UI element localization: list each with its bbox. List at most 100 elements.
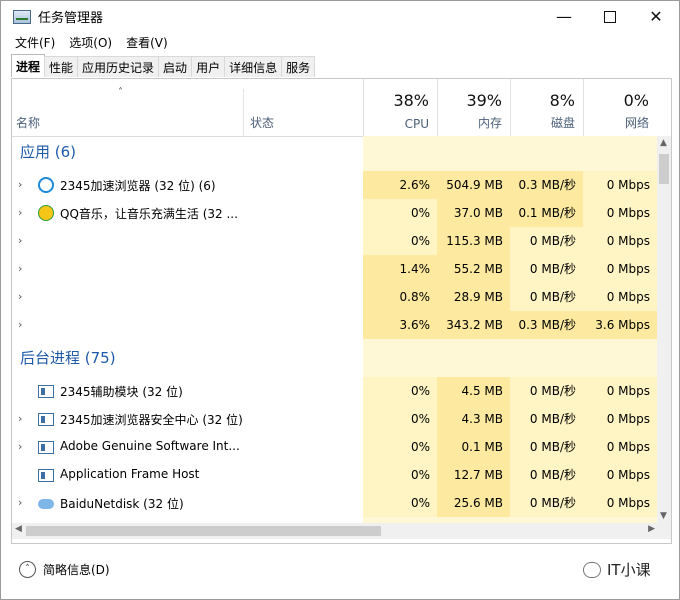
memory-total: 39% — [466, 91, 502, 110]
minimize-button[interactable]: — — [541, 1, 587, 32]
memory-value: 12.7 MB — [437, 461, 510, 489]
disk-value: 0.1 MB/秒 — [510, 199, 583, 227]
scroll-left-icon[interactable]: ◀ — [15, 524, 22, 534]
expand-chevron-icon[interactable]: › — [18, 412, 22, 425]
disk-label: 磁盘 — [550, 116, 575, 130]
expand-chevron-icon[interactable]: › — [18, 178, 22, 191]
column-network[interactable]: 0% 网络 — [583, 79, 657, 136]
network-total: 0% — [623, 91, 649, 110]
window-icon — [38, 385, 54, 398]
cpu-value: 0% — [363, 227, 437, 255]
column-divider[interactable] — [243, 89, 244, 136]
sort-up-icon: ˄ — [118, 87, 123, 98]
cpu-value: 0% — [363, 377, 437, 405]
process-name: QQ音乐，让音乐充满生活 (32 ... — [60, 207, 238, 221]
title-bar[interactable]: 任务管理器 — ✕ — [1, 1, 679, 32]
process-row[interactable]: Application Frame Host 0% 12.7 MB 0 MB/秒 0 M… — [12, 461, 657, 489]
process-name: 2345加速浏览器 (32 位) (6) — [60, 179, 216, 193]
group-header-background: 后台进程 (75) — [12, 347, 657, 375]
scroll-thumb[interactable] — [659, 154, 669, 184]
maximize-icon — [604, 10, 616, 23]
ie-icon — [38, 177, 54, 193]
column-memory[interactable]: 39% 内存 — [437, 79, 510, 136]
column-status[interactable]: 状态 — [250, 114, 274, 131]
column-name[interactable]: 名称 — [16, 114, 40, 131]
vertical-scrollbar[interactable]: ▲ ▼ — [657, 136, 671, 523]
chevron-up-icon[interactable]: ˄ — [19, 561, 36, 578]
tab-app-history[interactable]: 应用历史记录 — [77, 56, 160, 77]
tab-startup[interactable]: 启动 — [158, 56, 193, 77]
column-cpu[interactable]: 38% CPU — [363, 79, 437, 136]
process-row[interactable]: › 3.6% 343.2 MB 0.3 MB/秒 3.6 Mbps — [12, 311, 657, 339]
scroll-down-icon[interactable]: ▼ — [660, 511, 667, 521]
disk-value: 0 MB/秒 — [510, 283, 583, 311]
column-disk[interactable]: 8% 磁盘 — [510, 79, 583, 136]
memory-value: 28.9 MB — [437, 283, 510, 311]
memory-label: 内存 — [477, 116, 502, 130]
process-name: BaiduNetdisk (32 位) — [60, 497, 184, 511]
tab-services[interactable]: 服务 — [281, 56, 316, 77]
window-icon — [38, 469, 54, 482]
horizontal-scrollbar[interactable]: ◀ ▶ — [12, 523, 671, 539]
tab-processes[interactable]: 进程 — [11, 54, 46, 77]
maximize-button[interactable] — [587, 1, 633, 32]
scroll-right-icon[interactable]: ▶ — [648, 524, 655, 534]
disk-value: 0 MB/秒 — [510, 433, 583, 461]
expand-chevron-icon[interactable]: › — [18, 262, 22, 275]
menu-bar: 文件(F) 选项(O) 查看(V) — [1, 32, 679, 52]
task-manager-window: 任务管理器 — ✕ 文件(F) 选项(O) 查看(V) 进程 性能 应用历史记录… — [0, 0, 680, 600]
memory-value: 343.2 MB — [437, 311, 510, 339]
network-value: 3.6 Mbps — [583, 311, 657, 339]
cpu-value: 0% — [363, 199, 437, 227]
wechat-icon — [583, 561, 601, 578]
menu-options[interactable]: 选项(O) — [62, 34, 119, 51]
memory-value: 4.3 MB — [437, 405, 510, 433]
expand-chevron-icon[interactable]: › — [18, 496, 22, 509]
disk-value: 0.3 MB/秒 — [510, 171, 583, 199]
tab-details[interactable]: 详细信息 — [224, 56, 283, 77]
network-value: 0 Mbps — [583, 433, 657, 461]
cpu-value: 0.8% — [363, 283, 437, 311]
close-button[interactable]: ✕ — [633, 1, 679, 32]
network-value: 0 Mbps — [583, 171, 657, 199]
process-row[interactable]: › QQ音乐，让音乐充满生活 (32 ... 0% 37.0 MB 0.1 MB/秒 0 … — [12, 199, 657, 227]
network-value: 0 Mbps — [583, 283, 657, 311]
process-row[interactable]: 2345辅助模块 (32 位) 0% 4.5 MB 0 MB/秒 0 Mbps — [12, 377, 657, 405]
process-row[interactable]: › 2345加速浏览器安全中心 (32 位) 0% 4.3 MB 0 MB/秒 0 Mbp… — [12, 405, 657, 433]
group-title: 后台进程 (75) — [20, 349, 116, 367]
process-row[interactable]: › 0.8% 28.9 MB 0 MB/秒 0 Mbps — [12, 283, 657, 311]
tab-users[interactable]: 用户 — [191, 56, 226, 77]
scroll-thumb[interactable] — [26, 526, 381, 536]
process-row[interactable]: › Adobe Genuine Software Int... 0% 0.1 MB 0 … — [12, 433, 657, 461]
disk-value: 0 MB/秒 — [510, 377, 583, 405]
process-row[interactable]: › BaiduNetdisk (32 位) 0% 25.6 MB 0 MB/秒 0 Mbp… — [12, 489, 657, 517]
disk-value: 0 MB/秒 — [510, 489, 583, 517]
cpu-value: 0% — [363, 489, 437, 517]
disk-value: 0 MB/秒 — [510, 405, 583, 433]
network-label: 网络 — [624, 116, 649, 130]
process-row[interactable]: › 2345加速浏览器 (32 位) (6) 2.6% 504.9 MB 0.3 MB/… — [12, 171, 657, 199]
cpu-label: CPU — [404, 117, 429, 131]
fewer-details-button[interactable]: 简略信息(D) — [43, 561, 110, 578]
expand-chevron-icon[interactable]: › — [18, 290, 22, 303]
expand-chevron-icon[interactable]: › — [18, 234, 22, 247]
network-value: 0 Mbps — [583, 405, 657, 433]
expand-chevron-icon[interactable]: › — [18, 318, 22, 331]
cpu-value: 0% — [363, 461, 437, 489]
menu-view[interactable]: 查看(V) — [119, 34, 175, 51]
expand-chevron-icon[interactable]: › — [18, 440, 22, 453]
memory-value: 25.6 MB — [437, 489, 510, 517]
process-row[interactable]: › 1.4% 55.2 MB 0 MB/秒 0 Mbps — [12, 255, 657, 283]
disk-value: 0.3 MB/秒 — [510, 311, 583, 339]
expand-chevron-icon[interactable]: › — [18, 206, 22, 219]
menu-file[interactable]: 文件(F) — [1, 34, 62, 51]
network-value: 0 Mbps — [583, 199, 657, 227]
network-value: 0 Mbps — [583, 377, 657, 405]
window-icon — [38, 441, 54, 454]
tab-performance[interactable]: 性能 — [44, 56, 79, 77]
scroll-up-icon[interactable]: ▲ — [660, 138, 667, 148]
memory-value: 115.3 MB — [437, 227, 510, 255]
process-panel: ˄ 名称 状态 38% CPU 39% 内存 8% 磁盘 0% 网络 应用 (6… — [11, 78, 672, 544]
process-row[interactable]: › 0% 115.3 MB 0 MB/秒 0 Mbps — [12, 227, 657, 255]
cpu-value: 1.4% — [363, 255, 437, 283]
